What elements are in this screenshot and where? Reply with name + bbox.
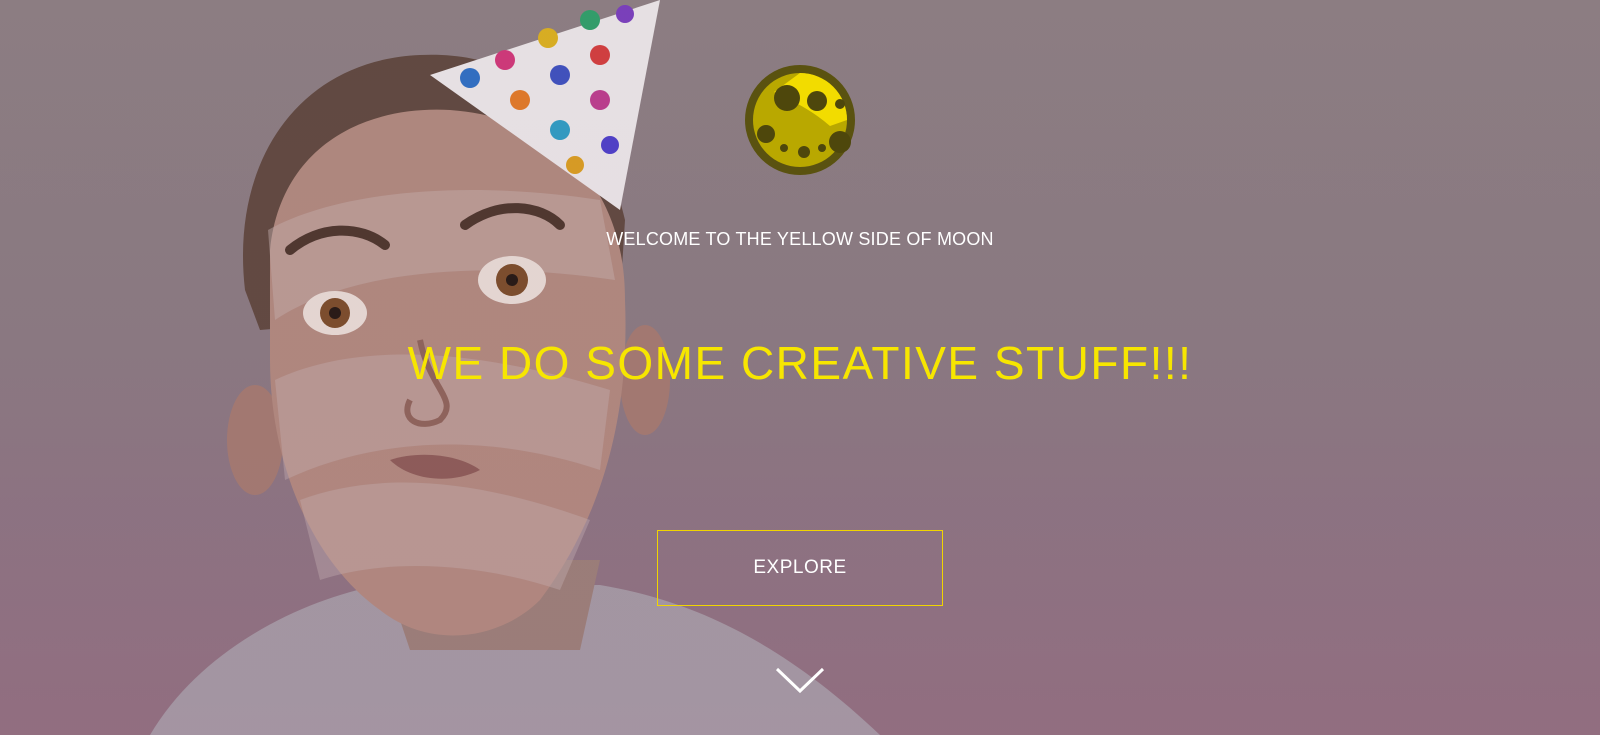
hero-section: WELCOME TO THE YELLOW SIDE OF MOON WE DO… bbox=[0, 0, 1600, 735]
chevron-down-icon[interactable] bbox=[775, 665, 825, 695]
explore-button[interactable]: EXPLORE bbox=[657, 530, 943, 606]
yellow-moon-icon bbox=[745, 65, 855, 175]
hero-tagline: WELCOME TO THE YELLOW SIDE OF MOON bbox=[606, 229, 994, 249]
hero-headline: WE DO SOME CREATIVE STUFF!!! bbox=[407, 337, 1193, 389]
